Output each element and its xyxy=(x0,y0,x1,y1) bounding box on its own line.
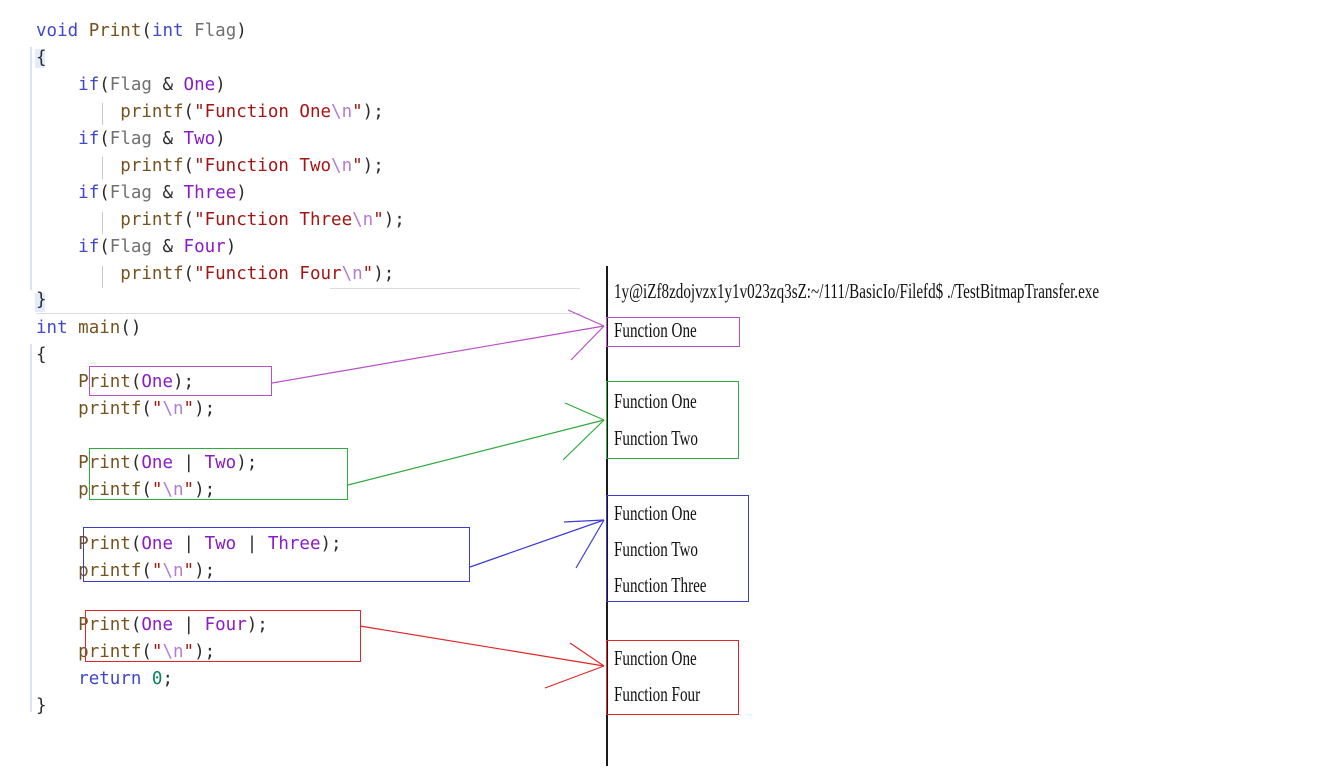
connector-arrow xyxy=(469,519,605,569)
connector-arrows xyxy=(271,309,605,689)
connector-arrow xyxy=(359,625,605,689)
connector-arrow xyxy=(271,309,605,384)
diagram-canvas: void Print(int Flag){ if(Flag & One) pri… xyxy=(0,0,1332,780)
connector-arrow xyxy=(347,402,605,486)
